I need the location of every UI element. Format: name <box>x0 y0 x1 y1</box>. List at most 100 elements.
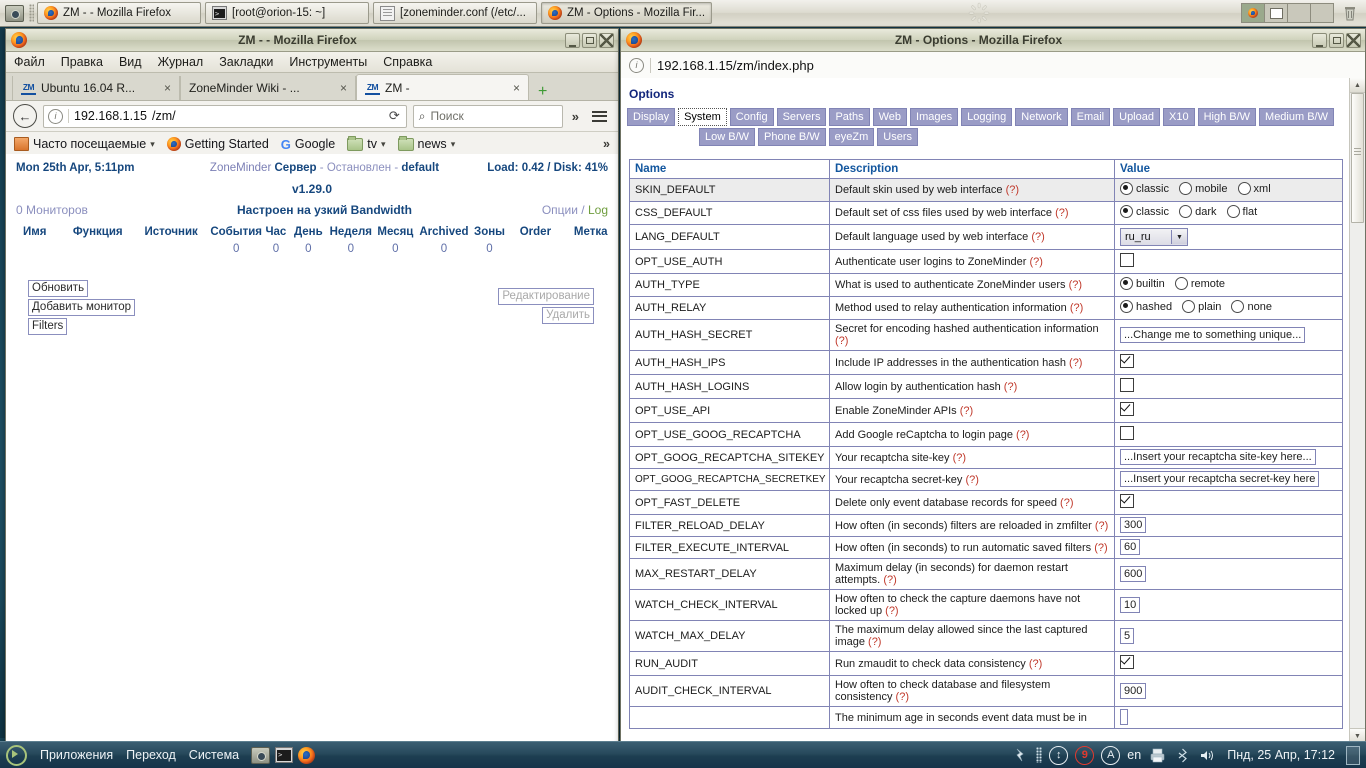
option-value[interactable]: classic dark flat <box>1114 201 1343 225</box>
applications-menu-icon[interactable] <box>6 744 27 766</box>
bookmark-google[interactable]: G Google <box>281 137 335 152</box>
workspace-4[interactable] <box>1311 4 1333 22</box>
radio-dark[interactable]: dark <box>1179 205 1216 218</box>
zm-log-link[interactable]: Log <box>588 203 608 217</box>
firefox-icon[interactable] <box>298 746 316 764</box>
new-tab-button[interactable]: + <box>529 84 556 100</box>
col-month[interactable]: Месяц <box>375 226 417 242</box>
help-marker[interactable]: (?) <box>868 636 881 648</box>
bookmark-getting-started[interactable]: Getting Started <box>166 137 269 151</box>
menu-edit[interactable]: Правка <box>61 55 103 69</box>
option-value[interactable]: ...Insert your recaptcha site-key here..… <box>1114 446 1343 469</box>
option-value[interactable]: builtin remote <box>1114 273 1343 297</box>
checkbox-icon[interactable] <box>1120 253 1134 267</box>
left-menubar[interactable]: Файл Правка Вид Журнал Закладки Инструме… <box>6 52 618 73</box>
bookmark-folder-tv[interactable]: tv ▾ <box>347 135 386 151</box>
filter-reload-delay-input[interactable]: 300 <box>1120 517 1147 533</box>
option-value[interactable]: 600 <box>1114 558 1343 590</box>
network-icon[interactable] <box>1011 746 1029 764</box>
taskbar-window-button-zoneminder-conf[interactable]: [zoneminder.conf (/etc/... <box>373 2 537 24</box>
tab-display[interactable]: Display <box>627 108 676 126</box>
auth-hash-secret-input[interactable]: ...Change me to something unique... <box>1120 326 1306 343</box>
printer-icon[interactable] <box>1148 746 1166 764</box>
workspace-switcher[interactable] <box>1241 3 1334 23</box>
tab-network[interactable]: Network <box>1015 108 1068 126</box>
maximize-button[interactable] <box>1329 32 1344 48</box>
checkbox-icon[interactable] <box>1120 378 1134 392</box>
filter-execute-interval-input[interactable]: 60 <box>1120 539 1141 555</box>
menu-help[interactable]: Справка <box>383 55 432 69</box>
scroll-up-arrow[interactable]: ▲ <box>1350 78 1365 93</box>
option-value[interactable] <box>1114 374 1343 399</box>
option-value[interactable]: ...Insert your recaptcha secret-key here <box>1114 468 1343 491</box>
help-marker[interactable]: (?) <box>1069 357 1082 369</box>
help-marker[interactable]: (?) <box>835 335 848 347</box>
menu-bookmarks[interactable]: Закладки <box>219 55 273 69</box>
menu-file[interactable]: Файл <box>14 55 45 69</box>
tab-close-icon[interactable]: × <box>509 81 520 95</box>
browser-tab-zoneminder-wiki[interactable]: ZoneMinder Wiki - ... × <box>180 76 356 100</box>
update-icon[interactable]: ↕ <box>1049 745 1069 765</box>
terminal-icon[interactable] <box>275 747 294 763</box>
close-button[interactable] <box>1346 32 1361 48</box>
edit-button[interactable]: Редактирование <box>498 288 594 305</box>
col-week[interactable]: Неделя <box>327 226 375 242</box>
tab-close-icon[interactable]: × <box>160 81 171 95</box>
options-tab-bar[interactable]: Display System Config Servers Paths Web … <box>621 108 1365 146</box>
tab-high-bw[interactable]: High B/W <box>1197 108 1257 126</box>
radio-flat[interactable]: flat <box>1226 205 1257 218</box>
refresh-button[interactable]: Обновить <box>28 280 89 297</box>
option-value[interactable] <box>1114 651 1343 676</box>
checkbox-icon[interactable] <box>1120 655 1134 669</box>
option-value[interactable]: ...Change me to something unique... <box>1114 319 1343 351</box>
option-value[interactable] <box>1114 490 1343 515</box>
right-url-bar[interactable]: i 192.168.1.15/zm/index.php <box>621 52 1365 79</box>
help-marker[interactable]: (?) <box>883 574 896 586</box>
tab-web[interactable]: Web <box>872 108 908 126</box>
back-arrow-icon[interactable]: ← <box>13 104 37 128</box>
option-value[interactable] <box>1114 398 1343 423</box>
help-marker[interactable]: (?) <box>1029 256 1042 268</box>
option-value[interactable] <box>1114 350 1343 375</box>
help-marker[interactable]: (?) <box>1070 302 1083 314</box>
watch-check-interval-input[interactable]: 10 <box>1120 596 1141 613</box>
col-events[interactable]: События <box>210 226 262 242</box>
double-chevron-icon[interactable]: » <box>569 109 582 124</box>
option-value[interactable] <box>1114 422 1343 447</box>
option-value[interactable]: 10 <box>1114 589 1343 621</box>
option-value[interactable]: 900 <box>1114 675 1343 707</box>
bookmark-most-visited[interactable]: Часто посещаемые ▾ <box>14 137 155 151</box>
page-info-icon[interactable]: i <box>629 57 644 73</box>
tab-servers[interactable]: Servers <box>776 108 827 126</box>
keyboard-layout-indicator[interactable]: en <box>1127 748 1141 762</box>
taskbar-window-button-zm-options[interactable]: ZM - Options - Mozilla Fir... <box>541 2 713 24</box>
page-scrollbar[interactable]: ▲ ▼ <box>1349 78 1365 743</box>
tab-users[interactable]: Users <box>877 128 919 146</box>
help-marker[interactable]: (?) <box>1029 658 1042 670</box>
taskbar-window-button-terminal[interactable]: [root@orion-15: ~] <box>205 2 369 24</box>
col-mark[interactable]: Метка <box>563 226 618 242</box>
radio-xml[interactable]: xml <box>1237 182 1271 195</box>
scrollbar-thumb[interactable] <box>1351 93 1364 223</box>
col-archived[interactable]: Archived <box>416 226 472 242</box>
max-restart-delay-input[interactable]: 600 <box>1120 565 1147 582</box>
help-marker[interactable]: (?) <box>953 452 966 464</box>
left-browser-window[interactable]: ZM - - Mozilla Firefox Файл Правка Вид Ж… <box>5 28 619 744</box>
option-value[interactable] <box>1114 249 1343 274</box>
zm-options-link[interactable]: Опции <box>542 203 578 217</box>
help-marker[interactable]: (?) <box>965 474 978 486</box>
checkbox-icon[interactable] <box>1120 426 1134 440</box>
bookmark-folder-news[interactable]: news ▾ <box>397 135 455 151</box>
browser-tab-ubuntu[interactable]: ZM Ubuntu 16.04 R... × <box>12 76 180 100</box>
radio-mobile[interactable]: mobile <box>1179 182 1227 195</box>
menu-view[interactable]: Вид <box>119 55 142 69</box>
option-input[interactable] <box>1120 709 1128 725</box>
menu-system[interactable]: Система <box>189 748 239 762</box>
tab-logging[interactable]: Logging <box>961 108 1013 126</box>
tab-upload[interactable]: Upload <box>1113 108 1160 126</box>
help-marker[interactable]: (?) <box>1031 231 1044 243</box>
option-value[interactable]: classic mobile xml <box>1114 178 1343 202</box>
tab-eyezm[interactable]: eyeZm <box>828 128 875 146</box>
radio-plain[interactable]: plain <box>1182 300 1221 313</box>
help-marker[interactable]: (?) <box>1094 542 1107 554</box>
